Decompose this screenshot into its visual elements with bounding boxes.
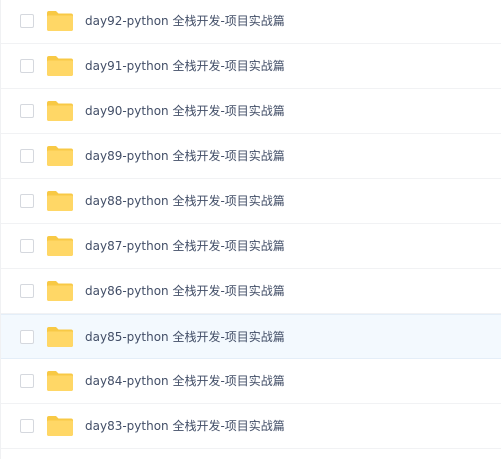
row-checkbox[interactable] — [20, 149, 34, 163]
folder-icon — [46, 326, 74, 348]
file-row-day91[interactable]: day91-python 全栈开发-项目实战篇 — [1, 44, 501, 89]
file-row-day85[interactable]: day85-python 全栈开发-项目实战篇 — [1, 314, 501, 359]
file-name[interactable]: day85-python 全栈开发-项目实战篇 — [85, 329, 285, 345]
folder-icon — [46, 100, 74, 122]
folder-icon — [46, 190, 74, 212]
file-row-day88[interactable]: day88-python 全栈开发-项目实战篇 — [1, 179, 501, 224]
file-row-day92[interactable]: day92-python 全栈开发-项目实战篇 — [1, 0, 501, 44]
file-name[interactable]: day91-python 全栈开发-项目实战篇 — [85, 58, 285, 74]
row-checkbox[interactable] — [20, 284, 34, 298]
file-name[interactable]: day86-python 全栈开发-项目实战篇 — [85, 283, 285, 299]
file-name[interactable]: day89-python 全栈开发-项目实战篇 — [85, 148, 285, 164]
row-checkbox[interactable] — [20, 374, 34, 388]
folder-icon — [46, 145, 74, 167]
row-checkbox[interactable] — [20, 194, 34, 208]
file-name[interactable]: day88-python 全栈开发-项目实战篇 — [85, 193, 285, 209]
row-checkbox[interactable] — [20, 330, 34, 344]
row-checkbox[interactable] — [20, 239, 34, 253]
file-row-day89[interactable]: day89-python 全栈开发-项目实战篇 — [1, 134, 501, 179]
row-checkbox[interactable] — [20, 14, 34, 28]
file-name[interactable]: day87-python 全栈开发-项目实战篇 — [85, 238, 285, 254]
file-row-day86[interactable]: day86-python 全栈开发-项目实战篇 — [1, 269, 501, 314]
folder-icon — [46, 10, 74, 32]
folder-icon — [46, 55, 74, 77]
file-list: day92-python 全栈开发-项目实战篇 day91-python 全栈开… — [0, 0, 501, 459]
folder-icon — [46, 415, 74, 437]
folder-icon — [46, 370, 74, 392]
file-row-day83[interactable]: day83-python 全栈开发-项目实战篇 — [1, 404, 501, 449]
file-row-day90[interactable]: day90-python 全栈开发-项目实战篇 — [1, 89, 501, 134]
row-checkbox[interactable] — [20, 419, 34, 433]
folder-icon — [46, 235, 74, 257]
file-name[interactable]: day84-python 全栈开发-项目实战篇 — [85, 373, 285, 389]
row-checkbox[interactable] — [20, 104, 34, 118]
folder-icon — [46, 280, 74, 302]
file-name[interactable]: day83-python 全栈开发-项目实战篇 — [85, 418, 285, 434]
file-name[interactable]: day92-python 全栈开发-项目实战篇 — [85, 13, 285, 29]
file-row-day87[interactable]: day87-python 全栈开发-项目实战篇 — [1, 224, 501, 269]
row-checkbox[interactable] — [20, 59, 34, 73]
file-name[interactable]: day90-python 全栈开发-项目实战篇 — [85, 103, 285, 119]
file-row-day84[interactable]: day84-python 全栈开发-项目实战篇 — [1, 359, 501, 404]
